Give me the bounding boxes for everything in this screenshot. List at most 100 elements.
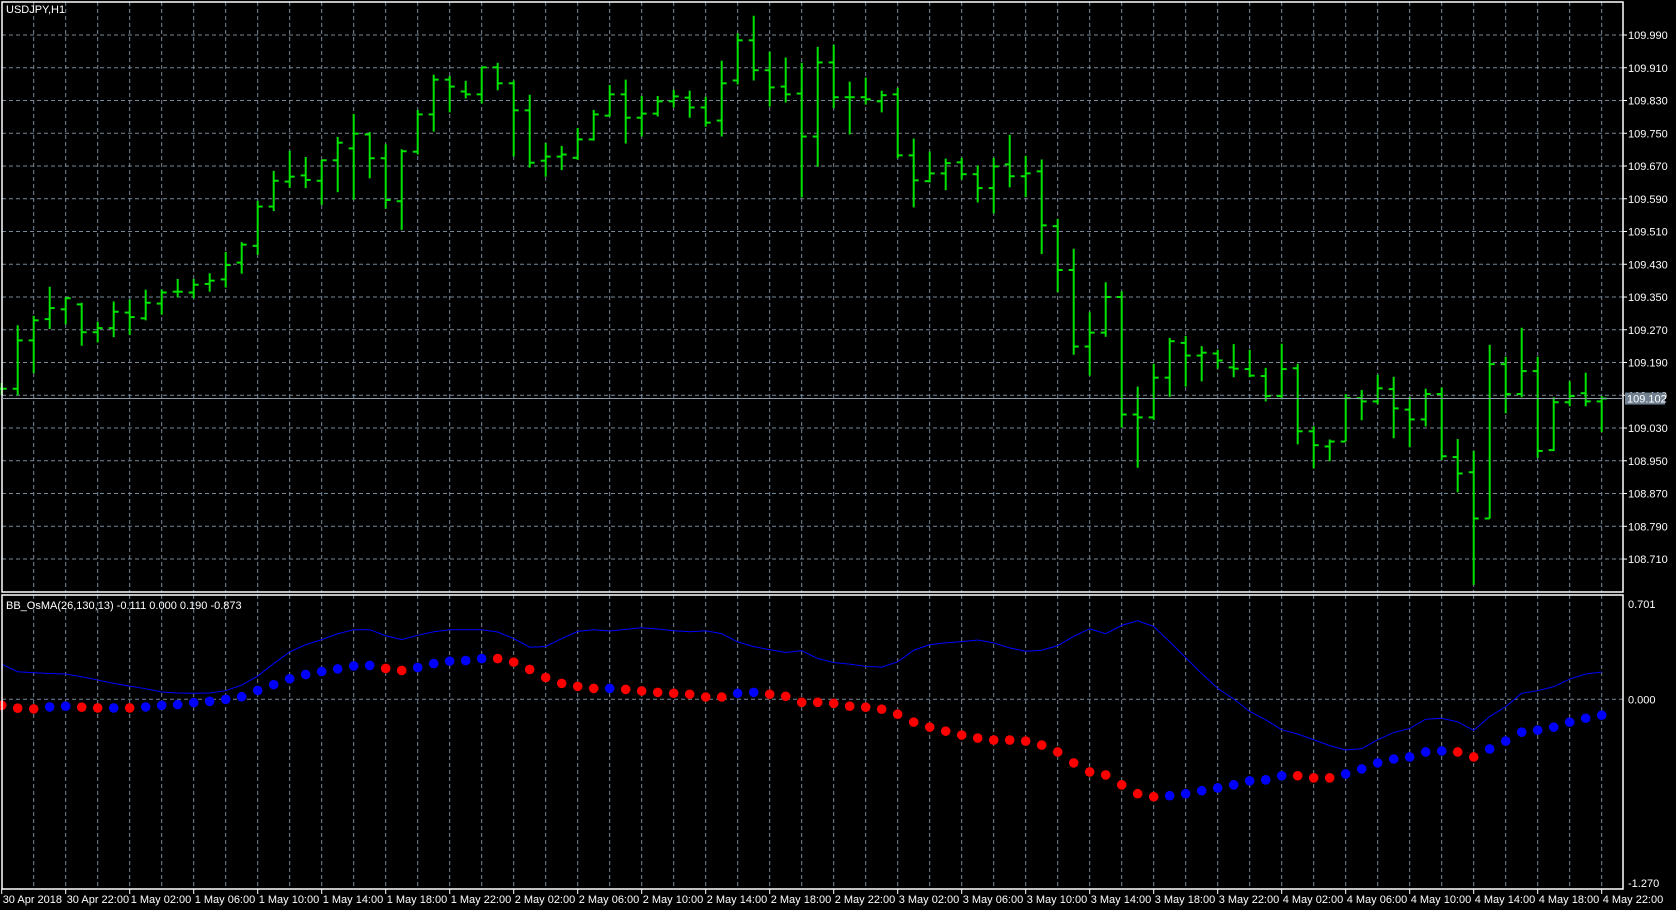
ohlc-bar bbox=[668, 89, 679, 108]
ohlc-bar bbox=[316, 159, 327, 205]
osma-dot-down bbox=[1036, 740, 1047, 750]
ohlc-bar bbox=[172, 279, 183, 298]
ohlc-bar bbox=[124, 299, 135, 336]
osma-dot-up bbox=[1532, 725, 1543, 735]
ohlc-bar bbox=[1484, 344, 1495, 520]
osma-dot-up bbox=[1260, 775, 1271, 785]
ohlc-bar bbox=[1324, 439, 1335, 462]
ohlc-bar bbox=[1308, 426, 1319, 469]
ohlc-bar bbox=[1084, 312, 1095, 376]
ohlc-bar bbox=[156, 289, 167, 315]
price-axis-label: 109.510 bbox=[1628, 227, 1668, 239]
main-chart-frame[interactable] bbox=[1, 1, 1624, 593]
ohlc-bar bbox=[924, 151, 935, 183]
time-axis-label: 4 May 10:00 bbox=[1411, 894, 1472, 906]
axes: 109.990 109.910 109.830 109.750 109.670 109.5… bbox=[1, 30, 1668, 906]
ohlc-bar bbox=[780, 57, 791, 103]
osma-dot-down bbox=[1068, 758, 1079, 768]
osma-dot-down bbox=[124, 703, 135, 713]
osma-dot-down bbox=[1004, 735, 1015, 745]
osma-dot-up bbox=[1564, 717, 1575, 727]
osma-dot-down bbox=[940, 726, 951, 736]
osma-dot-up bbox=[348, 661, 359, 671]
osma-dot-up bbox=[732, 688, 743, 699]
osma-dot-up bbox=[108, 703, 119, 713]
ohlc-bar bbox=[700, 96, 711, 127]
ohlc-bar bbox=[1468, 450, 1479, 585]
ohlc-bar bbox=[44, 286, 55, 329]
osma-dot-down bbox=[1308, 772, 1319, 783]
osma-dot-down bbox=[508, 657, 519, 667]
trading-chart[interactable]: 109.990 109.910 109.830 109.750 109.670 109.5… bbox=[0, 0, 1676, 910]
price-axis-label: 108.870 bbox=[1628, 489, 1668, 501]
osma-dot-up bbox=[1500, 736, 1511, 746]
osma-dot-down bbox=[524, 664, 535, 675]
indicator-frame[interactable] bbox=[1, 594, 1624, 890]
osma-dot-up bbox=[1276, 770, 1287, 781]
ohlc-bar bbox=[268, 170, 279, 212]
osma-dot-up bbox=[460, 655, 471, 666]
ohlc-bar bbox=[220, 251, 231, 288]
osma-dot-up bbox=[1196, 785, 1207, 796]
grid bbox=[2, 2, 1623, 889]
price-axis-label: 109.190 bbox=[1628, 358, 1668, 370]
osma-dot-down bbox=[76, 702, 87, 712]
time-axis-label: 1 May 10:00 bbox=[259, 894, 320, 906]
osma-dot-down bbox=[12, 703, 23, 713]
ohlc-bar bbox=[1452, 439, 1463, 493]
osma-dot-up bbox=[1244, 776, 1255, 786]
ohlc-bar bbox=[972, 165, 983, 203]
ohlc-bar bbox=[1532, 356, 1543, 458]
osma-dot-up bbox=[284, 673, 295, 684]
osma-dot-up bbox=[204, 696, 215, 707]
ohlc-bar bbox=[236, 242, 247, 274]
osma-dot-down bbox=[956, 730, 967, 740]
time-axis-label: 1 May 02:00 bbox=[131, 894, 192, 906]
time-axis-label: 4 May 14:00 bbox=[1475, 894, 1536, 906]
osma-dot-down bbox=[924, 722, 935, 732]
ohlc-bar bbox=[1244, 349, 1255, 378]
ohlc-bar bbox=[1580, 372, 1591, 407]
price-axis-label: 108.950 bbox=[1628, 456, 1668, 468]
ohlc-bar bbox=[732, 33, 743, 85]
osma-dot-up bbox=[428, 658, 439, 669]
osma-dot-down bbox=[1132, 788, 1143, 799]
ohlc-bar bbox=[540, 143, 551, 177]
osma-dot-up bbox=[1580, 713, 1591, 724]
time-axis-label: 3 May 22:00 bbox=[1219, 894, 1280, 906]
osma-dot-down bbox=[876, 704, 887, 715]
osma-dot-up bbox=[1180, 788, 1191, 799]
osma-dot-up bbox=[332, 664, 343, 674]
ohlc-bar bbox=[956, 157, 967, 180]
ohlc-bar bbox=[1052, 218, 1063, 293]
osma-dot-down bbox=[380, 663, 391, 674]
ohlc-bar bbox=[1564, 381, 1575, 407]
osma-dot-up bbox=[172, 699, 183, 710]
osma-dot-down bbox=[1148, 791, 1159, 802]
osma-dot-down bbox=[844, 701, 855, 711]
time-axis-label: 3 May 10:00 bbox=[1027, 894, 1088, 906]
osma-dot-down bbox=[1100, 770, 1111, 780]
osma-dot-up bbox=[1436, 746, 1447, 756]
ohlc-bar bbox=[300, 157, 311, 189]
ohlc-bar bbox=[876, 90, 887, 113]
indicator-plot bbox=[0, 620, 1607, 802]
ohlc-bar bbox=[652, 96, 663, 117]
ohlc-bar bbox=[748, 15, 759, 81]
price-axis-label: 109.670 bbox=[1628, 161, 1668, 173]
time-axis-label: 30 Apr 22:00 bbox=[67, 894, 129, 906]
osma-dot-up bbox=[1356, 764, 1367, 774]
ohlc-bar bbox=[620, 79, 631, 144]
osma-dot-down bbox=[812, 697, 823, 708]
time-axis-label: 1 May 22:00 bbox=[451, 894, 512, 906]
price-bars bbox=[0, 15, 1607, 585]
osma-dot-up bbox=[252, 685, 263, 696]
indicator-label: BB_OsMA(26,130,13) -0.111 0.000 0.190 -0… bbox=[6, 600, 242, 612]
ohlc-bar bbox=[1340, 394, 1351, 443]
osma-dot-down bbox=[1084, 767, 1095, 777]
ohlc-bar bbox=[572, 127, 583, 160]
osma-dot-up bbox=[188, 697, 199, 708]
ohlc-bar bbox=[60, 297, 71, 325]
ohlc-bar bbox=[444, 75, 455, 113]
time-axis-label: 2 May 02:00 bbox=[515, 894, 576, 906]
